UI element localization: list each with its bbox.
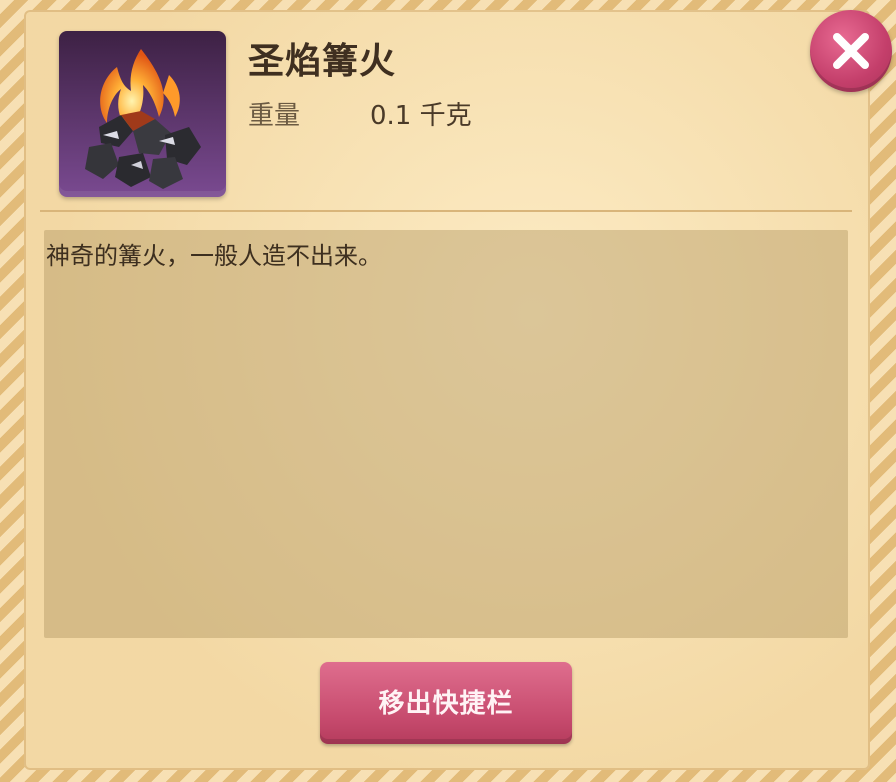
remove-from-hotbar-label: 移出快捷栏	[378, 688, 514, 718]
weight-label: 重量	[248, 101, 301, 131]
close-icon	[833, 33, 869, 69]
description-box: 神奇的篝火，一般人造不出来。	[44, 230, 848, 638]
weight-value: 0.1 千克	[370, 101, 472, 131]
item-icon-box	[59, 31, 226, 197]
close-button[interactable]	[810, 10, 892, 92]
item-title: 圣焰篝火	[248, 41, 397, 82]
remove-from-hotbar-button[interactable]: 移出快捷栏	[320, 662, 572, 744]
campfire-icon	[85, 49, 201, 189]
divider	[40, 210, 852, 212]
item-description: 神奇的篝火，一般人造不出来。	[46, 242, 382, 270]
